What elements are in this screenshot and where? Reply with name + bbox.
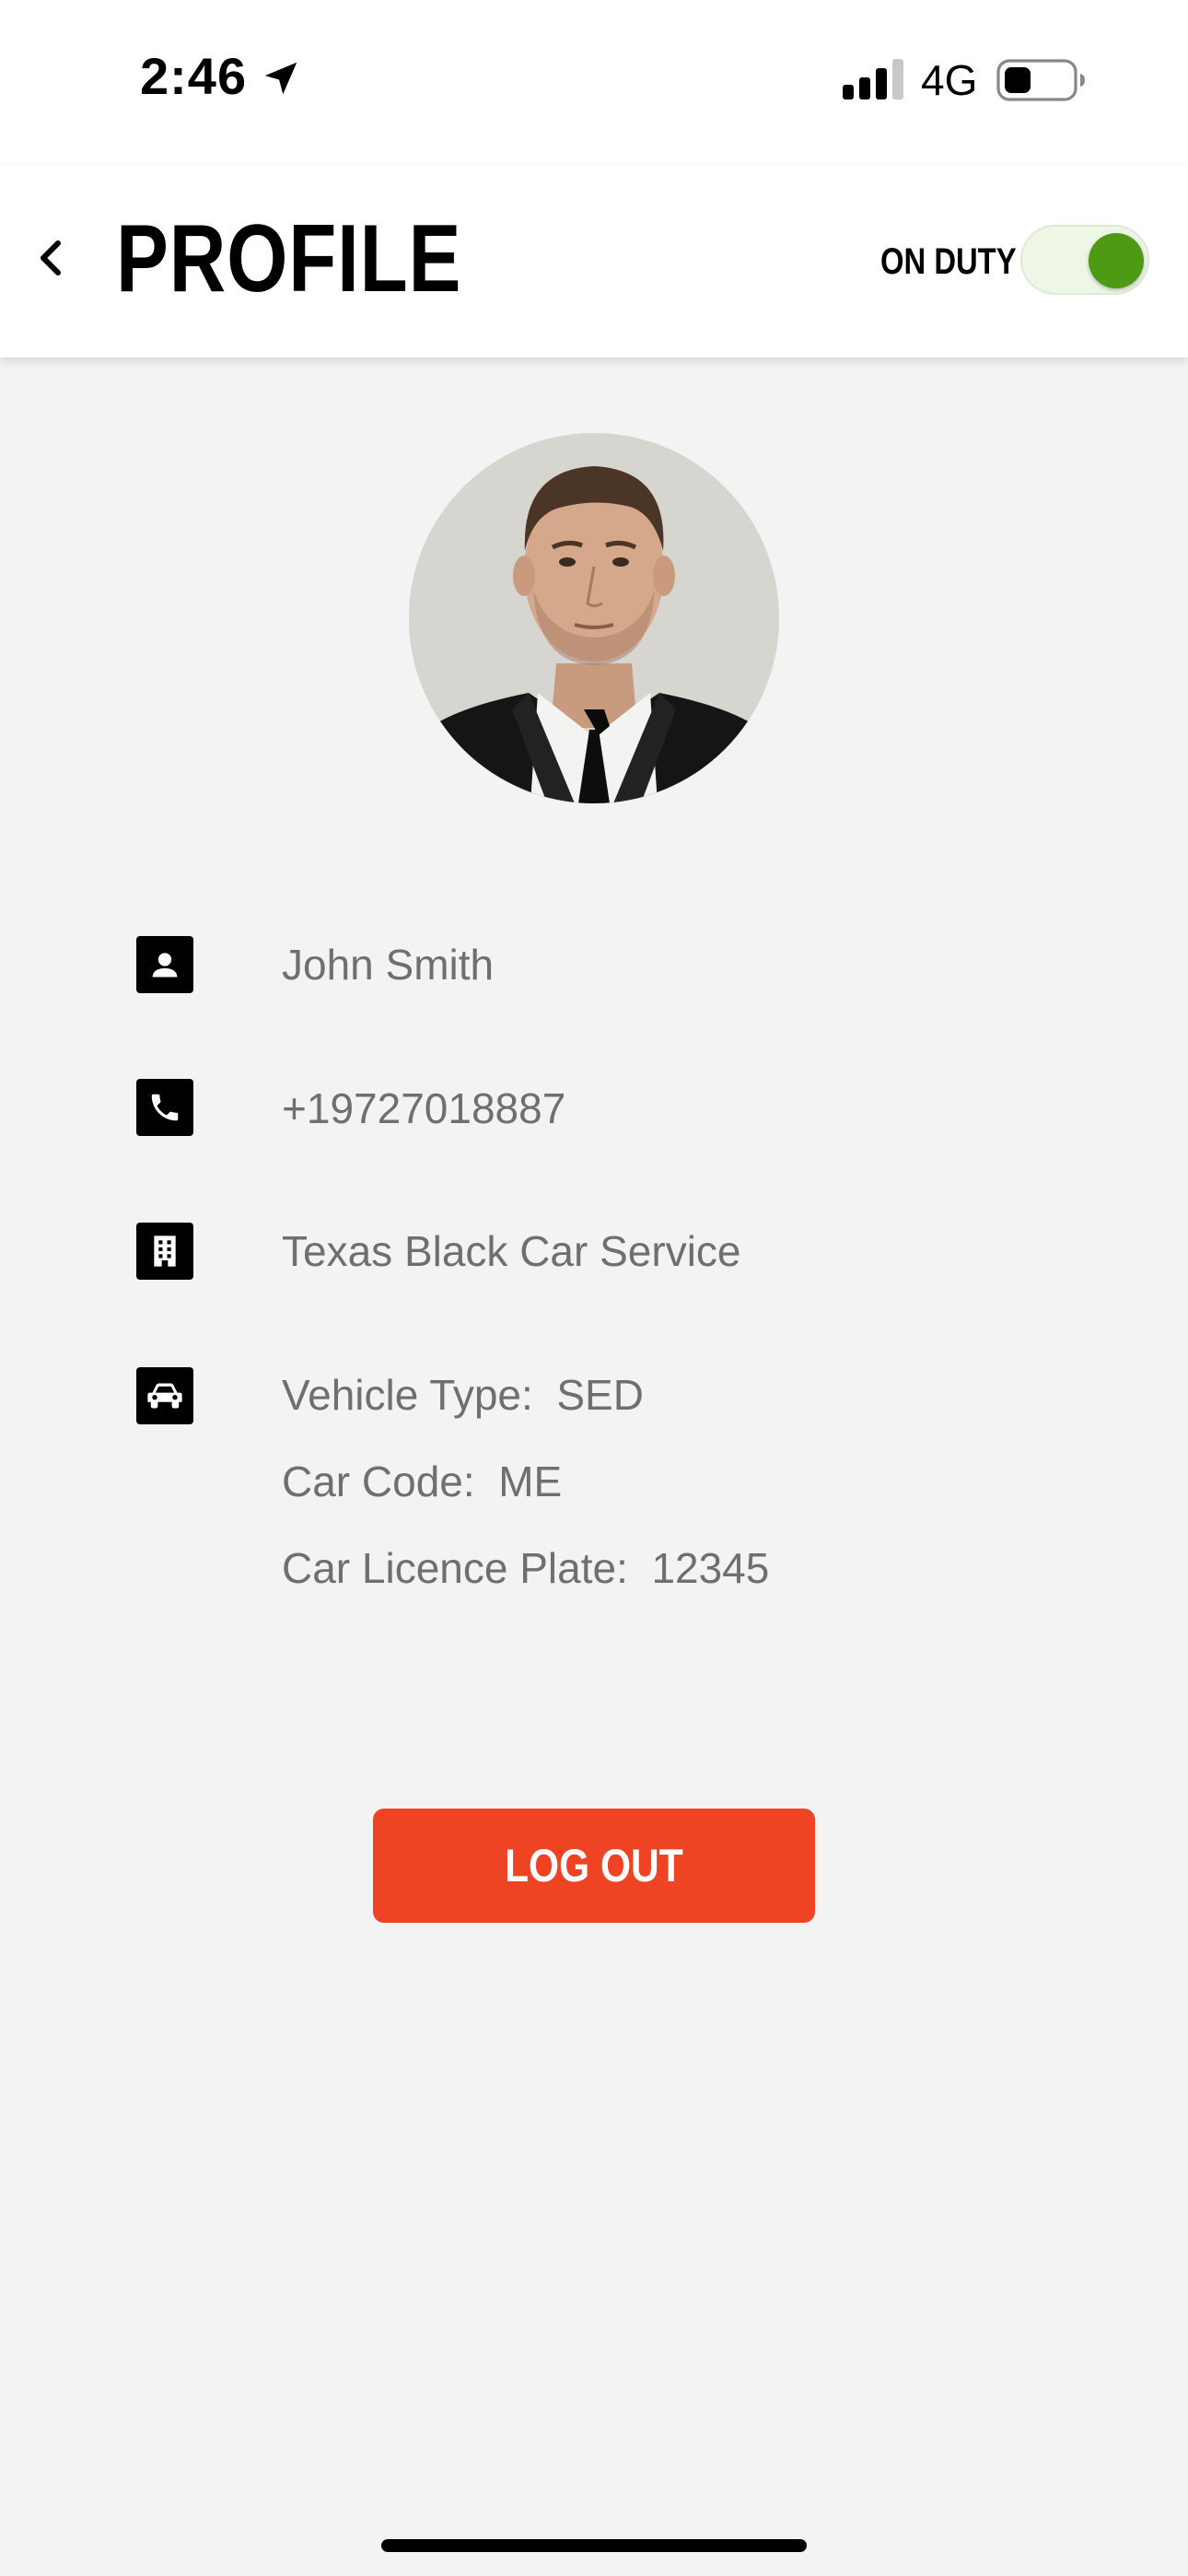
building-icon [136,1223,193,1280]
logout-label: LOG OUT [505,1840,683,1891]
page-title: PROFILE [116,205,462,312]
vehicle-type-label: Vehicle Type: [282,1371,533,1419]
license-plate-label: Car Licence Plate: [282,1544,628,1592]
vehicle-type-value: SED [556,1371,644,1419]
network-label: 4G [921,56,978,104]
phone-icon [136,1079,193,1136]
car-code-line: Car Code: ME [282,1457,562,1506]
status-time: 2:46 [140,47,248,105]
avatar-portrait [409,433,779,803]
car-icon [136,1367,193,1424]
driver-name: John Smith [282,941,495,989]
chevron-left-icon [41,240,61,275]
license-plate-value: 12345 [651,1544,770,1592]
car-code-value: ME [498,1458,563,1505]
license-plate-line: Car Licence Plate: 12345 [282,1543,769,1593]
signal-icon [843,59,903,100]
avatar [409,433,779,803]
vehicle-type-line: Vehicle Type: SED [282,1370,644,1420]
car-code-label: Car Code: [282,1458,475,1505]
back-button[interactable] [28,230,72,286]
company-name: Texas Black Car Service [282,1227,741,1275]
driver-phone: +19727018887 [282,1084,566,1132]
status-bar: 2:46 4G [0,0,1188,166]
on-duty-toggle[interactable] [1020,225,1149,295]
battery-icon [996,59,1085,101]
toggle-knob [1089,233,1144,288]
on-duty-label: ON DUTY [880,241,1017,282]
contact-card-icon [136,936,193,993]
home-indicator[interactable] [381,2539,807,2552]
location-arrow-icon [264,62,297,95]
logout-button[interactable]: LOG OUT [373,1809,815,1923]
header-bar: PROFILE ON DUTY [0,166,1188,357]
